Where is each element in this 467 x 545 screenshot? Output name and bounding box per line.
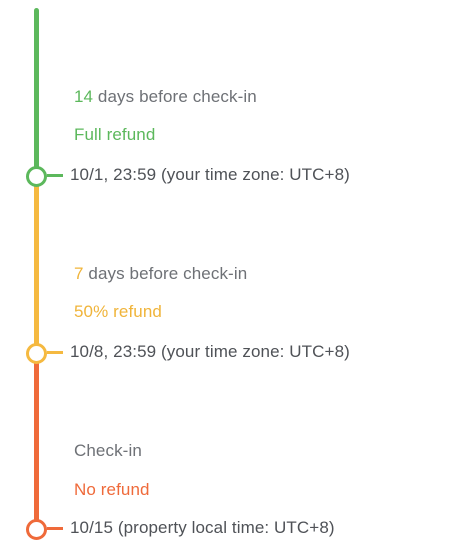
stage-3-deadline: 10/15 (property local time: UTC+8) [70, 518, 335, 537]
stage-1-marker-icon [26, 166, 47, 187]
stage-1-day-count: 14 [74, 87, 94, 106]
timeline-segment-partial-refund [34, 178, 39, 353]
timeline-segment-no-refund [34, 355, 39, 527]
stage-3-timing: Check-in [74, 441, 142, 460]
stage-1-deadline: 10/1, 23:59 (your time zone: UTC+8) [70, 165, 350, 184]
stage-1-refund-label: Full refund [74, 125, 156, 144]
timeline-segment-full-refund [34, 8, 39, 176]
stage-2-day-count: 7 [74, 264, 84, 283]
stage-2-timing-label: days before check-in [83, 264, 248, 283]
stage-2-marker-icon [26, 343, 47, 364]
stage-1-timing: 14 days before check-in [74, 86, 257, 108]
stage-3-marker-icon [26, 519, 47, 540]
stage-2-deadline: 10/8, 23:59 (your time zone: UTC+8) [70, 342, 350, 361]
cancellation-timeline: 14 days before check-in Full refund 10/1… [0, 0, 467, 545]
stage-1-connector [47, 174, 63, 177]
stage-2-refund-label: 50% refund [74, 302, 162, 321]
stage-2-timing: 7 days before check-in [74, 263, 247, 285]
stage-3-refund-label: No refund [74, 480, 150, 499]
stage-3-connector [47, 527, 63, 530]
stage-2-connector [47, 351, 63, 354]
stage-1-timing-label: days before check-in [93, 87, 257, 106]
